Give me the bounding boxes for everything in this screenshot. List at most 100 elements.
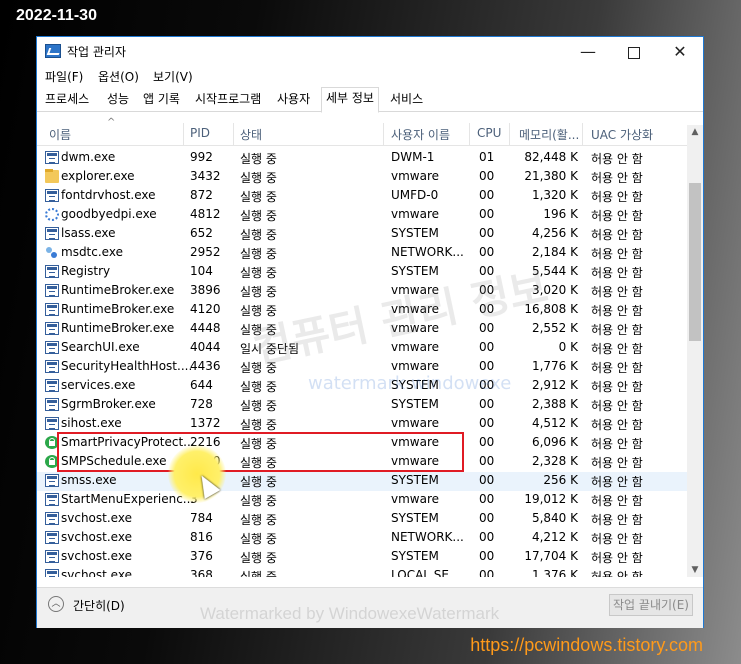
cell-status: 실행 중	[240, 513, 277, 527]
watermark-text: Watermarked by WindowexeWatermark	[200, 604, 500, 623]
cell-user: vmware	[391, 207, 440, 221]
cell-user: SYSTEM	[391, 473, 439, 487]
cell-uac: 허용 안 함	[591, 418, 643, 432]
scroll-down-icon[interactable]: ▼	[687, 565, 703, 575]
cell-mem: 6,096 K	[531, 435, 578, 449]
cell-status: 실행 중	[240, 570, 277, 577]
column-divider[interactable]	[383, 123, 384, 145]
cell-name: Registry	[61, 264, 111, 278]
cell-cpu: 00	[479, 568, 495, 577]
table-row[interactable]: svchost.exe 816 실행 중 NETWORK... 00 4,212 K 허용 …	[37, 529, 687, 548]
tab-startup[interactable]: 시작프로그램	[191, 89, 265, 110]
table-row[interactable]: svchost.exe 368 실행 중 LOCAL SE... 00 1,376 K 허용…	[37, 567, 687, 577]
cell-name: svchost.exe	[61, 568, 132, 577]
cell-cpu: 00	[479, 169, 495, 183]
cell-uac: 허용 안 함	[591, 456, 643, 470]
table-row[interactable]: explorer.exe 3432 실행 중 vmware 00 21,380 K 허용 안…	[37, 168, 687, 187]
process-window-icon	[45, 360, 59, 373]
cell-mem: 82,448 K	[524, 150, 578, 164]
maximize-button[interactable]	[611, 37, 657, 66]
task-manager-icon	[45, 44, 61, 58]
process-window-icon	[45, 379, 59, 392]
cell-pid: 4448	[190, 321, 221, 335]
menu-file[interactable]: 파일(F)	[45, 68, 83, 85]
col-memory[interactable]: 메모리(활...	[519, 126, 579, 143]
process-window-icon	[45, 550, 59, 563]
process-window-icon	[45, 265, 59, 278]
cell-status: 실행 중	[240, 532, 277, 546]
tab-services[interactable]: 서비스	[386, 89, 427, 110]
cell-uac: 허용 안 함	[591, 171, 643, 185]
cell-uac: 허용 안 함	[591, 323, 643, 337]
cell-pid: 3896	[190, 283, 221, 297]
cell-name: StartMenuExperienc...	[61, 492, 195, 506]
table-row[interactable]: svchost.exe 784 실행 중 SYSTEM 00 5,840 K 허용 안 함	[37, 510, 687, 529]
cell-uac: 허용 안 함	[591, 342, 643, 356]
table-row[interactable]: SgrmBroker.exe 728 실행 중 SYSTEM 00 2,388 K 허용 안…	[37, 396, 687, 415]
column-divider[interactable]	[582, 123, 583, 145]
minimize-button[interactable]: —	[565, 37, 611, 66]
chevron-up-icon[interactable]: ︿	[48, 596, 64, 612]
tab-users[interactable]: 사용자	[273, 89, 314, 110]
cell-name: explorer.exe	[61, 169, 135, 183]
cell-name: RuntimeBroker.exe	[61, 321, 175, 335]
col-user[interactable]: 사용자 이름	[391, 126, 450, 143]
col-uac[interactable]: UAC 가상화	[591, 126, 653, 143]
cell-uac: 허용 안 함	[591, 380, 643, 394]
table-row[interactable]: msdtc.exe 2952 실행 중 NETWORK... 00 2,184 K 허용 안…	[37, 244, 687, 263]
col-name[interactable]: 이름	[49, 126, 71, 143]
table-row[interactable]: goodbyedpi.exe 4812 실행 중 vmware 00 196 K 허용 안 …	[37, 206, 687, 225]
menu-view[interactable]: 보기(V)	[153, 68, 193, 85]
table-row[interactable]: fontdrvhost.exe 872 실행 중 UMFD-0 00 1,320 K 허용 …	[37, 187, 687, 206]
table-row[interactable]: Registry 104 실행 중 SYSTEM 00 5,544 K 허용 안 함	[37, 263, 687, 282]
tab-performance[interactable]: 성능	[103, 89, 133, 110]
cell-pid: 4436	[190, 359, 221, 373]
cell-uac: 허용 안 함	[591, 532, 643, 546]
column-divider[interactable]	[469, 123, 470, 145]
fewer-details-link[interactable]: 간단히(D)	[73, 597, 125, 614]
table-row[interactable]: lsass.exe 652 실행 중 SYSTEM 00 4,256 K 허용 안 함	[37, 225, 687, 244]
menu-options[interactable]: 옵션(O)	[98, 68, 139, 85]
cell-name: SearchUI.exe	[61, 340, 140, 354]
cell-mem: 256 K	[543, 473, 578, 487]
cell-name: svchost.exe	[61, 511, 132, 525]
tab-details[interactable]: 세부 정보	[321, 87, 379, 113]
tab-app-history[interactable]: 앱 기록	[139, 89, 184, 110]
cell-uac: 허용 안 함	[591, 209, 643, 223]
cell-cpu: 00	[479, 226, 495, 240]
table-row[interactable]: smss.exe3실행 중SYSTEM00256 K허용 안 함	[37, 472, 687, 491]
window-title: 작업 관리자	[67, 45, 127, 59]
cell-status: 실행 중	[240, 380, 277, 394]
table-row[interactable]: StartMenuExperienc...3실행 중vmware0019,012…	[37, 491, 687, 510]
cell-cpu: 00	[479, 492, 495, 506]
cell-pid: 4044	[190, 340, 221, 354]
cell-uac: 허용 안 함	[591, 494, 643, 508]
process-table: dwm.exe 992 실행 중 DWM-1 01 82,448 K 허용 안 함 explo…	[37, 149, 687, 577]
cell-name: SgrmBroker.exe	[61, 397, 156, 411]
column-divider[interactable]	[183, 123, 184, 145]
scroll-thumb[interactable]	[689, 183, 701, 341]
scroll-up-icon[interactable]: ▲	[687, 127, 703, 137]
column-divider[interactable]	[233, 123, 234, 145]
end-task-button[interactable]: 작업 끝내기(E)	[609, 594, 693, 616]
column-divider[interactable]	[509, 123, 510, 145]
close-button[interactable]: ✕	[657, 37, 703, 66]
cell-name: SecurityHealthHost....	[61, 359, 193, 373]
tab-processes[interactable]: 프로세스	[41, 89, 93, 110]
table-row[interactable]: dwm.exe 992 실행 중 DWM-1 01 82,448 K 허용 안 함	[37, 149, 687, 168]
cell-mem: 1,320 K	[531, 188, 578, 202]
cell-uac: 허용 안 함	[591, 304, 643, 318]
col-status[interactable]: 상태	[240, 126, 262, 143]
cell-uac: 허용 안 함	[591, 228, 643, 242]
col-cpu[interactable]: CPU	[477, 126, 501, 140]
cell-status: 실행 중	[240, 228, 277, 242]
cell-name: goodbyedpi.exe	[61, 207, 157, 221]
tab-strip: 프로세스 성능 앱 기록 시작프로그램 사용자 세부 정보 서비스	[37, 87, 703, 113]
cell-cpu: 00	[479, 530, 495, 544]
vertical-scrollbar[interactable]: ▲ ▼	[687, 125, 703, 577]
table-row[interactable]: svchost.exe 376 실행 중 SYSTEM 00 17,704 K 허용 안 함	[37, 548, 687, 567]
cell-uac: 허용 안 함	[591, 361, 643, 375]
col-pid[interactable]: PID	[190, 126, 210, 140]
cell-user: NETWORK...	[391, 245, 464, 259]
cell-name: svchost.exe	[61, 549, 132, 563]
